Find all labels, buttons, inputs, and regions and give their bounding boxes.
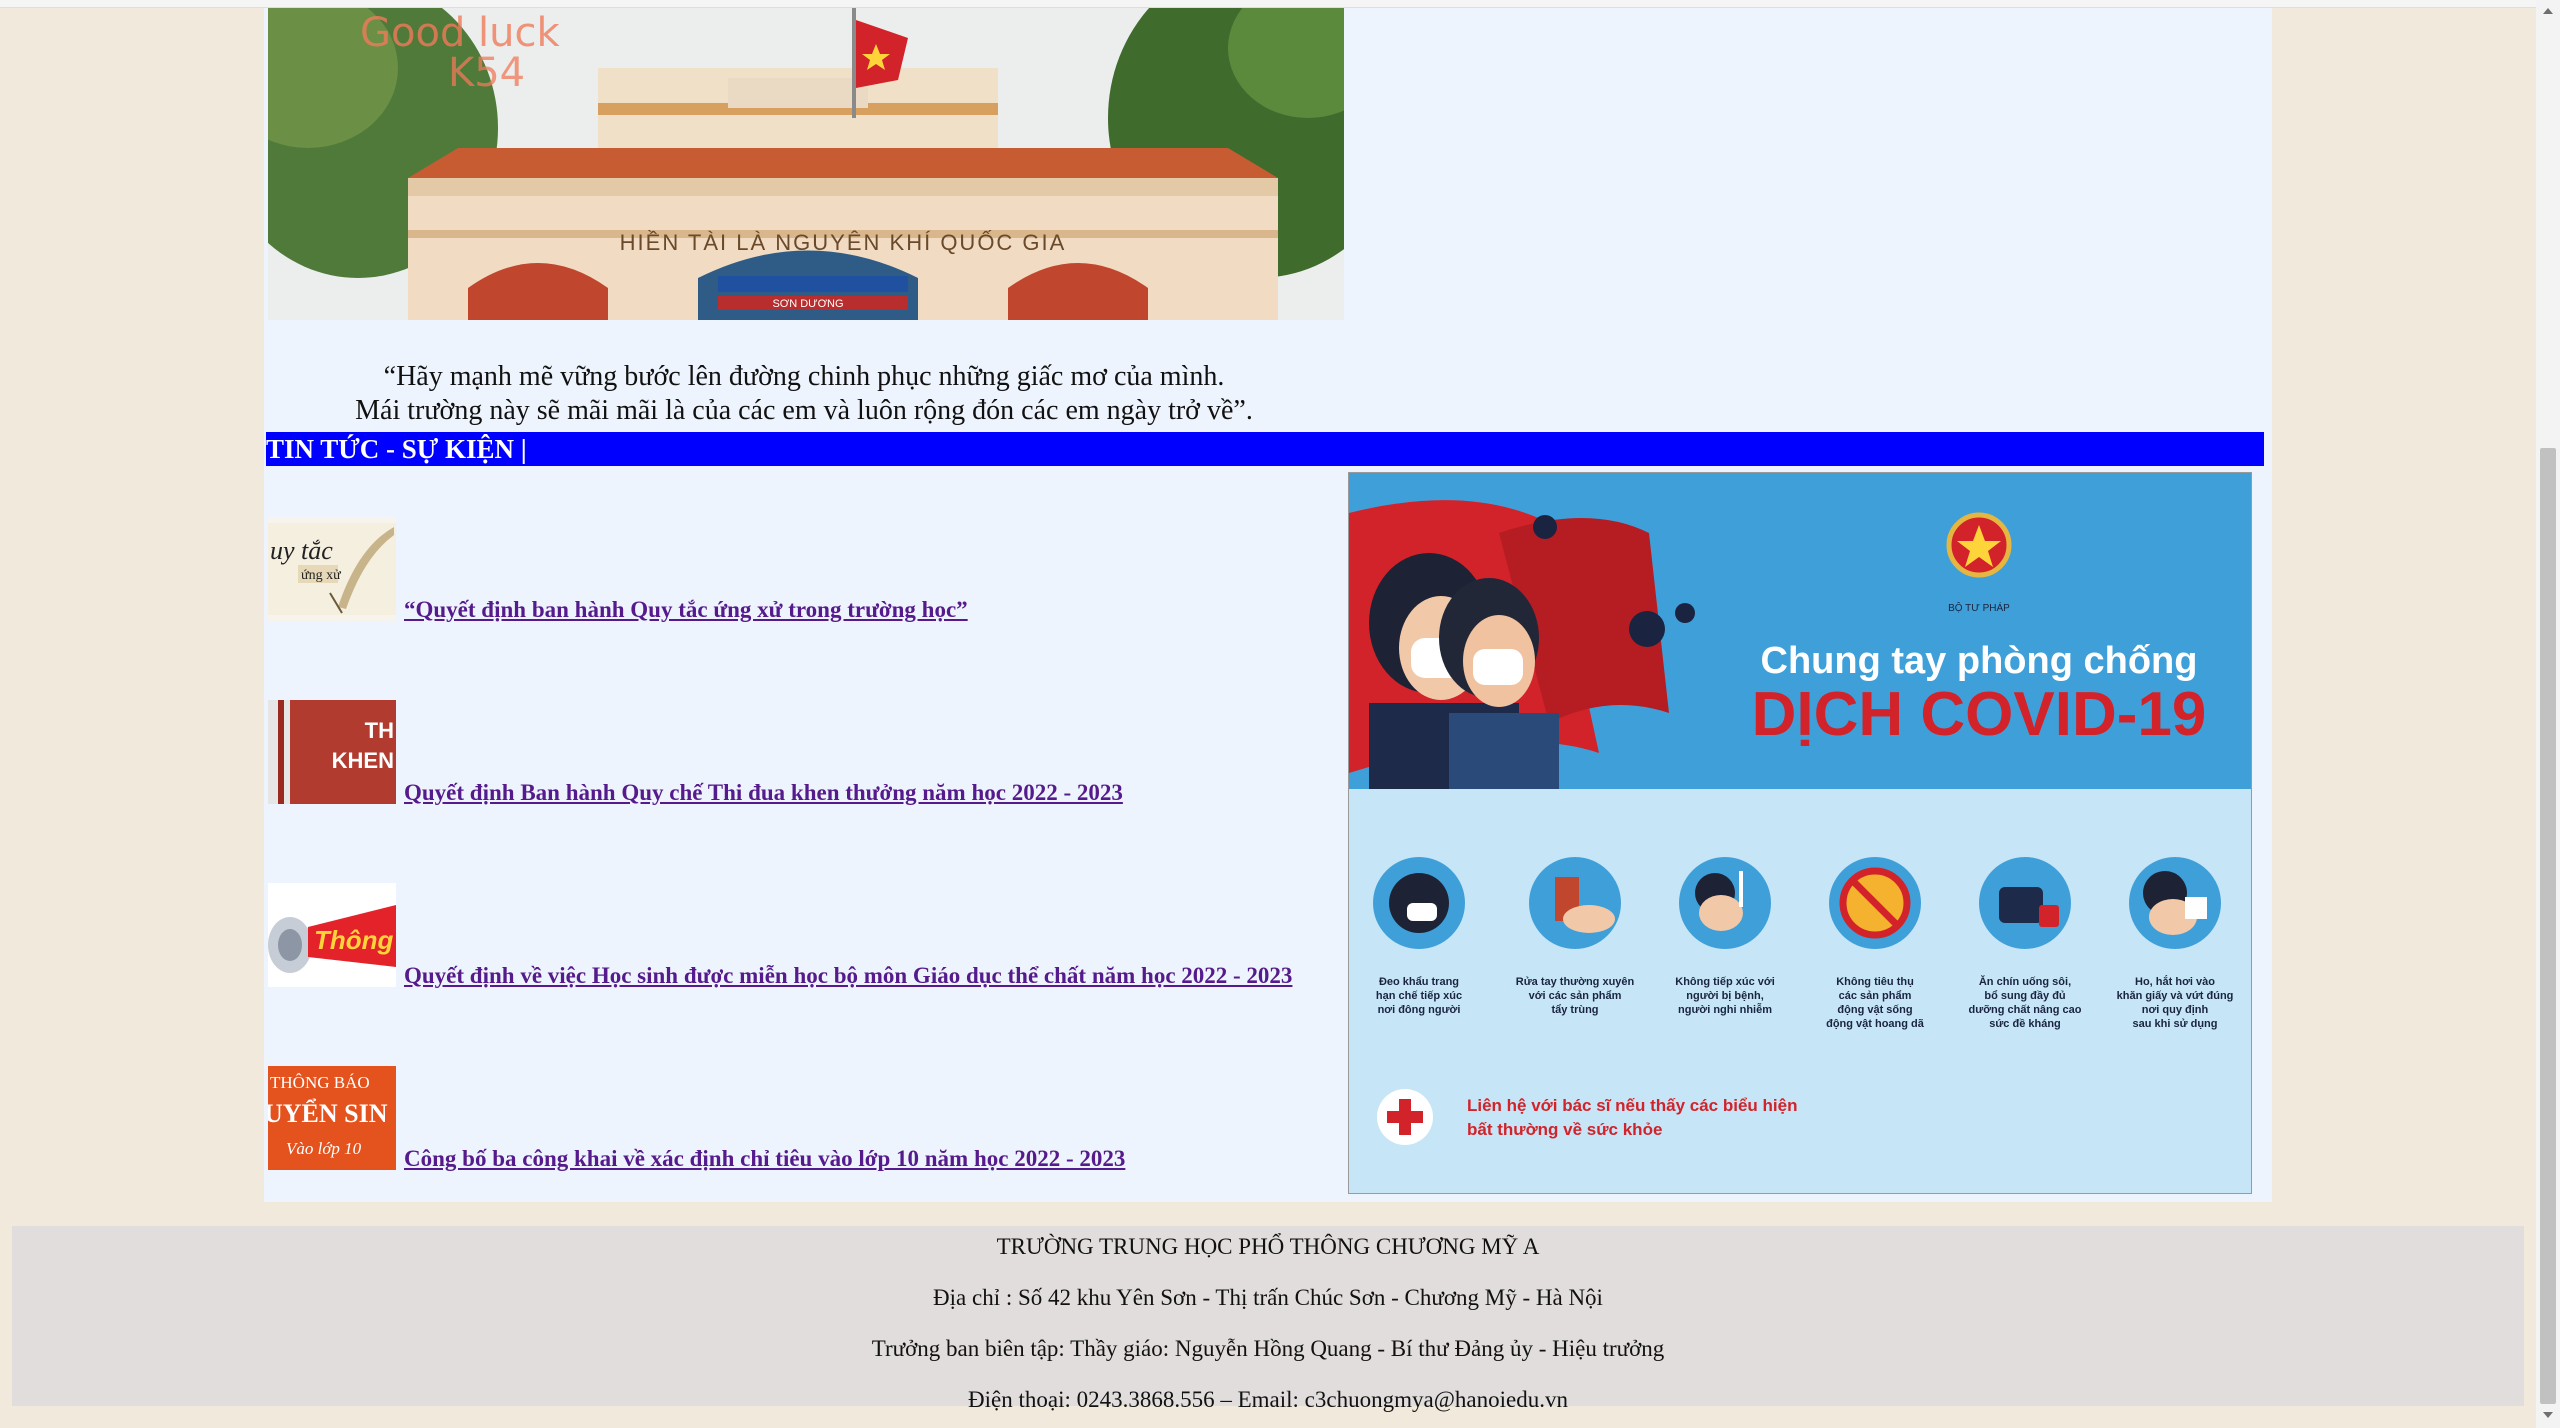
footer-contact: Điện thoại: 0243.3868.556 – Email: c3chu… [968, 1387, 1568, 1412]
face-mask-icon [1473, 649, 1523, 685]
svg-text:THÔNG BÁO: THÔNG BÁO [270, 1073, 370, 1092]
quote-line-2: Mái trường này sẽ mãi mãi là của các em … [355, 395, 1253, 426]
svg-text:với các sản phẩm: với các sản phẩm [1529, 990, 1622, 1002]
svg-text:sức đề kháng: sức đề kháng [1989, 1018, 2061, 1030]
svg-text:Ho, hắt hơi vào: Ho, hắt hơi vào [2135, 975, 2215, 988]
footer-address: Địa chỉ : Số 42 khu Yên Sơn - Thị trấn C… [933, 1285, 1603, 1310]
svg-text:nơi đông người: nơi đông người [1378, 1004, 1461, 1016]
svg-text:Thông b: Thông b [314, 925, 396, 955]
svg-text:người nghi nhiễm: người nghi nhiễm [1678, 1003, 1772, 1016]
covid-prevention-poster[interactable]: BỘ TƯ PHÁP Chung tay phòng chống DỊCH CO… [1348, 472, 2252, 1194]
svg-text:KHEN: KHEN [332, 748, 394, 773]
svg-text:sau khi sử dụng: sau khi sử dụng [2133, 1018, 2218, 1030]
svg-text:người bị bệnh,: người bị bệnh, [1686, 990, 1764, 1002]
scroll-up-icon[interactable] [2543, 8, 2553, 14]
school-quote: “Hãy mạnh mẽ vững bước lên đường chinh p… [264, 360, 1344, 428]
news-link[interactable]: Quyết định về việc Học sinh được miễn họ… [404, 963, 1292, 989]
news-item: TH KHEN Quyết định Ban hành Quy chế Thi … [268, 700, 1348, 806]
vertical-scrollbar[interactable] [2536, 0, 2560, 1428]
news-thumbnail[interactable]: TH KHEN [268, 700, 396, 804]
svg-text:động vật hoang dã: động vật hoang dã [1826, 1018, 1925, 1030]
svg-text:dưỡng chất nâng cao: dưỡng chất nâng cao [1969, 1004, 2082, 1016]
news-thumbnail[interactable]: Thông b [268, 883, 396, 987]
poster-headline: Chung tay phòng chống [1761, 640, 2198, 682]
svg-text:khăn giấy và vứt đúng: khăn giấy và vứt đúng [2117, 990, 2234, 1002]
window-top-edge [0, 0, 2536, 8]
svg-text:bổ sung đầy đủ: bổ sung đầy đủ [1984, 990, 2065, 1002]
svg-text:Không tiếp xúc với: Không tiếp xúc với [1675, 976, 1775, 988]
footer-editor: Trưởng ban biên tập: Thầy giáo: Nguyễn H… [871, 1336, 1665, 1361]
news-link[interactable]: Quyết định Ban hành Quy chế Thi đua khen… [404, 780, 1123, 806]
svg-text:động vật sống: động vật sống [1837, 1004, 1912, 1016]
svg-text:ứng xử: ứng xử [301, 568, 341, 583]
svg-text:UYỂN SIN: UYỂN SIN [268, 1099, 388, 1128]
svg-text:các sản phẩm: các sản phẩm [1839, 990, 1912, 1002]
svg-text:TH: TH [365, 718, 394, 743]
news-section-title: TIN TỨC - SỰ KIỆN | [266, 434, 527, 464]
school-gate-banner: SƠN DƯƠNG HIỀN TÀI LÀ NGUYÊN KHÍ QUỐC GI… [268, 8, 1344, 320]
svg-text:hạn chế tiếp xúc: hạn chế tiếp xúc [1376, 990, 1462, 1002]
class-overlay: K54 [448, 50, 525, 96]
poster-headline-red: DỊCH COVID-19 [1752, 680, 2207, 749]
svg-text:Rửa tay thường xuyên: Rửa tay thường xuyên [1516, 976, 1635, 988]
news-item: Thông b Quyết định về việc Học sinh được… [268, 883, 1348, 989]
svg-text:nơi quy định: nơi quy định [2142, 1004, 2209, 1016]
footer-school-name: TRƯỜNG TRUNG HỌC PHỔ THÔNG CHƯƠNG MỸ A [996, 1234, 1540, 1259]
news-section-header: TIN TỨC - SỰ KIỆN | [266, 432, 2264, 466]
news-thumbnail[interactable]: uy tắc ứng xử [268, 517, 396, 621]
page-content: SƠN DƯƠNG HIỀN TÀI LÀ NGUYÊN KHÍ QUỐC GI… [264, 8, 2272, 1202]
svg-text:uy tắc: uy tắc [270, 536, 333, 565]
scrollbar-thumb[interactable] [2540, 448, 2556, 1404]
gate-inscription: HIỀN TÀI LÀ NGUYÊN KHÍ QUỐC GIA [620, 229, 1067, 255]
site-footer: TRƯỜNG TRUNG HỌC PHỔ THÔNG CHƯƠNG MỸ A Đ… [12, 1226, 2524, 1412]
news-link[interactable]: Công bố ba công khai về xác định chỉ tiê… [404, 1146, 1125, 1172]
news-link[interactable]: “Quyết định ban hành Quy tắc ứng xử tron… [404, 597, 968, 623]
news-item: THÔNG BÁO UYỂN SIN Vào lớp 10 Công bố ba… [268, 1066, 1348, 1172]
scroll-down-icon[interactable] [2543, 1412, 2553, 1418]
news-thumbnail[interactable]: THÔNG BÁO UYỂN SIN Vào lớp 10 [268, 1066, 396, 1170]
svg-text:Không tiêu thụ: Không tiêu thụ [1836, 976, 1914, 988]
quote-line-1: “Hãy mạnh mẽ vững bước lên đường chinh p… [383, 361, 1225, 392]
svg-text:tẩy trùng: tẩy trùng [1551, 1004, 1598, 1016]
ministry-label: BỘ TƯ PHÁP [1948, 601, 2010, 614]
svg-text:Vào lớp 10: Vào lớp 10 [286, 1139, 362, 1158]
gate-sign-text: SƠN DƯƠNG [772, 298, 843, 310]
svg-text:Ăn chín uống sôi,: Ăn chín uống sôi, [1979, 975, 2071, 988]
contact-text-2: bất thường về sức khỏe [1467, 1120, 1662, 1139]
news-item: uy tắc ứng xử “Quyết định ban hành Quy t… [268, 517, 1348, 623]
svg-text:Đeo khẩu trang: Đeo khẩu trang [1379, 976, 1459, 988]
contact-text-1: Liên hệ với bác sĩ nếu thấy các biểu hiệ… [1467, 1096, 1797, 1115]
